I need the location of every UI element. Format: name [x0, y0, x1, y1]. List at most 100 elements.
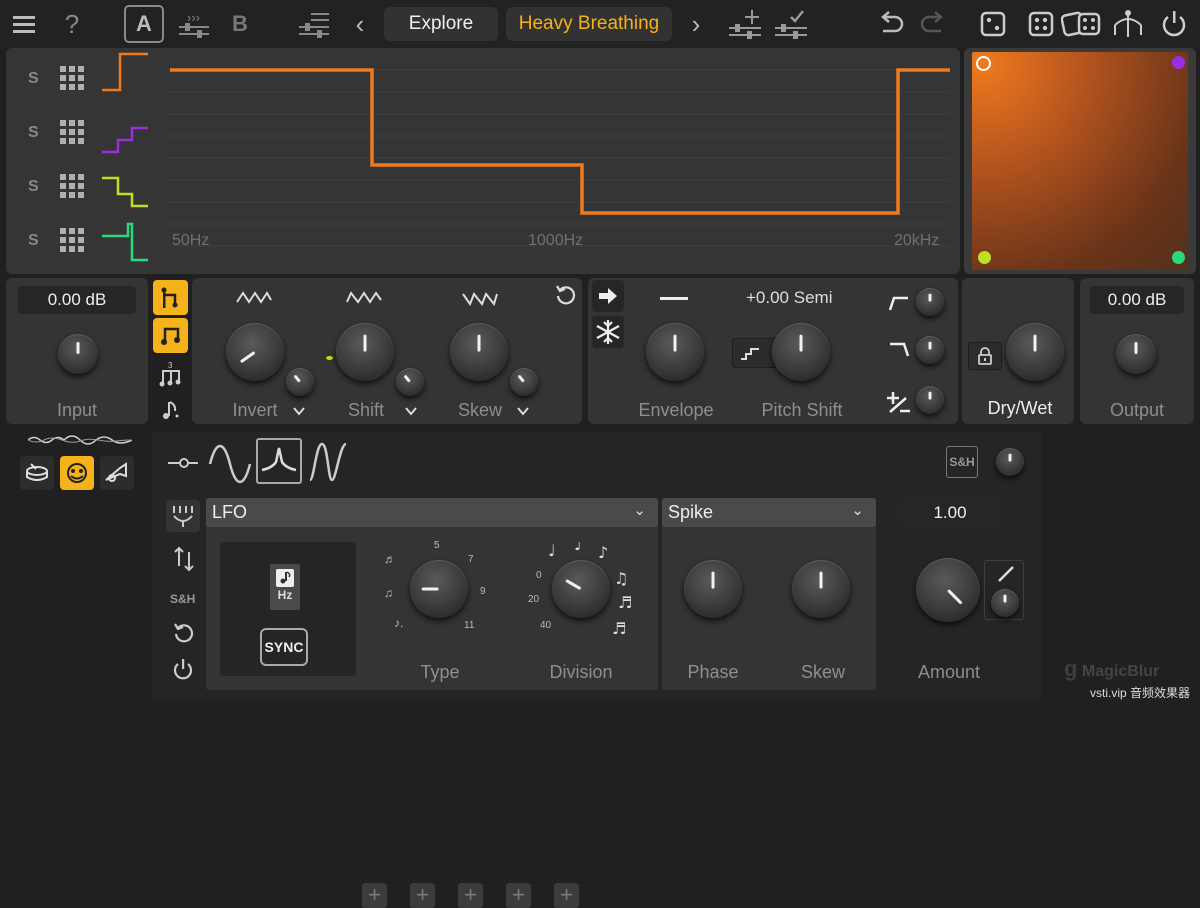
drywet-lock-button[interactable]	[968, 342, 1002, 370]
power-icon[interactable]	[1158, 6, 1190, 42]
double-sine-mod-icon[interactable]	[308, 440, 348, 484]
arrow-right-button[interactable]	[592, 280, 624, 312]
band-mode-button[interactable]	[153, 280, 188, 315]
spike-mod-button[interactable]	[256, 438, 302, 484]
skew-mod-knob[interactable]	[510, 368, 538, 396]
menu-icon[interactable]	[10, 6, 38, 42]
mod-skew-knob[interactable]	[792, 560, 850, 618]
invert-mod-knob[interactable]	[286, 368, 314, 396]
invert-knob[interactable]	[226, 323, 284, 381]
solo-band-1-button[interactable]: S	[28, 70, 39, 88]
copy-a-to-b-icon[interactable]: ›››	[176, 6, 212, 42]
horn-source-button[interactable]	[100, 456, 134, 490]
envelope-knob[interactable]	[646, 323, 704, 381]
lfo-type-dropdown[interactable]: LFO ⌄	[206, 498, 658, 527]
shift-mod-knob[interactable]	[396, 368, 424, 396]
brand-watermark: g MagicBlur	[1064, 656, 1159, 682]
undo-icon[interactable]	[874, 6, 908, 42]
hz-toggle[interactable]: Hz	[270, 564, 300, 610]
mod-input-icon[interactable]	[168, 456, 198, 470]
sample-hold-button[interactable]: S&H	[946, 446, 978, 478]
invert-chevron-icon[interactable]	[292, 405, 306, 417]
skew-chevron-icon[interactable]	[516, 405, 530, 417]
division-knob[interactable]	[552, 560, 610, 618]
output-gain-knob[interactable]	[1116, 334, 1156, 374]
type-knob[interactable]	[410, 560, 468, 618]
shift-chevron-icon[interactable]	[404, 405, 418, 417]
phase-knob[interactable]	[684, 560, 742, 618]
solo-band-2-button[interactable]: S	[28, 124, 39, 142]
skew-knob[interactable]	[450, 323, 508, 381]
input-gain-value[interactable]: 0.00 dB	[18, 286, 136, 314]
sine-mod-icon[interactable]	[208, 440, 252, 484]
svg-text:♩: ♩	[548, 542, 556, 560]
type-tick-5: 5	[434, 540, 440, 551]
drum-source-button[interactable]	[20, 456, 54, 490]
band-1-grid-icon[interactable]	[60, 66, 84, 90]
reset-icon[interactable]	[554, 284, 576, 306]
add-mod-button-4[interactable]: +	[506, 883, 531, 908]
depth-knob[interactable]	[916, 386, 944, 414]
amount-value[interactable]: 1.00	[898, 498, 1002, 528]
solo-band-4-button[interactable]: S	[28, 232, 39, 250]
lfo-shape-dropdown[interactable]: Spike ⌄	[662, 498, 876, 527]
add-mod-button-1[interactable]: +	[362, 883, 387, 908]
save-new-preset-icon[interactable]	[726, 6, 764, 42]
randomize-two-icon[interactable]	[1026, 6, 1056, 42]
drywet-knob[interactable]	[1006, 323, 1064, 381]
add-mod-button-2[interactable]: +	[410, 883, 435, 908]
envelope-shape-icon	[660, 297, 688, 300]
band-3-grid-icon[interactable]	[60, 174, 84, 198]
type-tick-9: 9	[480, 586, 486, 597]
next-preset-button[interactable]: ›	[686, 6, 706, 42]
preset-name[interactable]: Heavy Breathing	[506, 7, 672, 41]
amount-knob[interactable]	[916, 558, 980, 622]
redo-icon[interactable]	[916, 6, 950, 42]
band-4-grid-icon[interactable]	[60, 228, 84, 252]
pitch-shift-value[interactable]: +0.00 Semi	[746, 288, 832, 308]
previous-preset-button[interactable]: ‹	[350, 6, 370, 42]
shift-knob[interactable]	[336, 323, 394, 381]
output-gain-value[interactable]: 0.00 dB	[1090, 286, 1184, 314]
release-knob[interactable]	[916, 336, 944, 364]
band-shape-icons[interactable]	[100, 52, 152, 268]
sample-hold-knob[interactable]	[996, 448, 1024, 476]
save-preset-icon[interactable]	[772, 6, 810, 42]
svg-text:♪: ♪	[598, 543, 608, 562]
preset-b-button[interactable]: B	[226, 6, 254, 42]
polarity-slash-icon[interactable]	[997, 565, 1015, 583]
eighth-tick-icon: ♫	[384, 586, 393, 600]
xy-pad[interactable]	[972, 52, 1188, 270]
xy-handle[interactable]	[976, 56, 991, 71]
mod-reset-icon[interactable]	[172, 622, 194, 644]
add-mod-button-3[interactable]: +	[458, 883, 483, 908]
hz-label: Hz	[277, 588, 293, 602]
mod-routing-button[interactable]	[166, 500, 200, 532]
voice-source-button[interactable]	[60, 456, 94, 490]
preset-list-icon[interactable]	[296, 6, 332, 42]
type-tick-11: 11	[464, 620, 475, 631]
add-mod-button-5[interactable]: +	[554, 883, 579, 908]
dotted-note-button[interactable]	[153, 392, 188, 427]
mod-routing-icon	[173, 506, 193, 527]
band-2-grid-icon[interactable]	[60, 120, 84, 144]
skew-wave-icon	[462, 292, 498, 307]
solo-band-3-button[interactable]: S	[28, 178, 39, 196]
input-gain-knob[interactable]	[58, 334, 98, 374]
randomize-one-icon[interactable]	[978, 6, 1008, 42]
explore-button[interactable]: Explore	[384, 7, 498, 41]
help-button[interactable]: ?	[58, 6, 86, 42]
preset-a-button[interactable]: A	[124, 5, 164, 43]
freeze-button[interactable]	[592, 316, 624, 348]
randomize-all-icon[interactable]	[1060, 6, 1104, 42]
attack-knob[interactable]	[916, 288, 944, 316]
amount-offset-knob[interactable]	[991, 589, 1019, 617]
updown-arrows-icon[interactable]	[172, 546, 196, 572]
routing-icon[interactable]	[1110, 6, 1146, 42]
note-sync-button[interactable]	[153, 318, 188, 353]
sync-button[interactable]: SYNC	[260, 628, 308, 666]
triplet-note-button[interactable]: 3	[153, 356, 188, 391]
pitch-shift-knob[interactable]	[772, 323, 830, 381]
mod-power-icon[interactable]	[172, 658, 194, 680]
sample-hold-label[interactable]: S&H	[170, 592, 195, 606]
